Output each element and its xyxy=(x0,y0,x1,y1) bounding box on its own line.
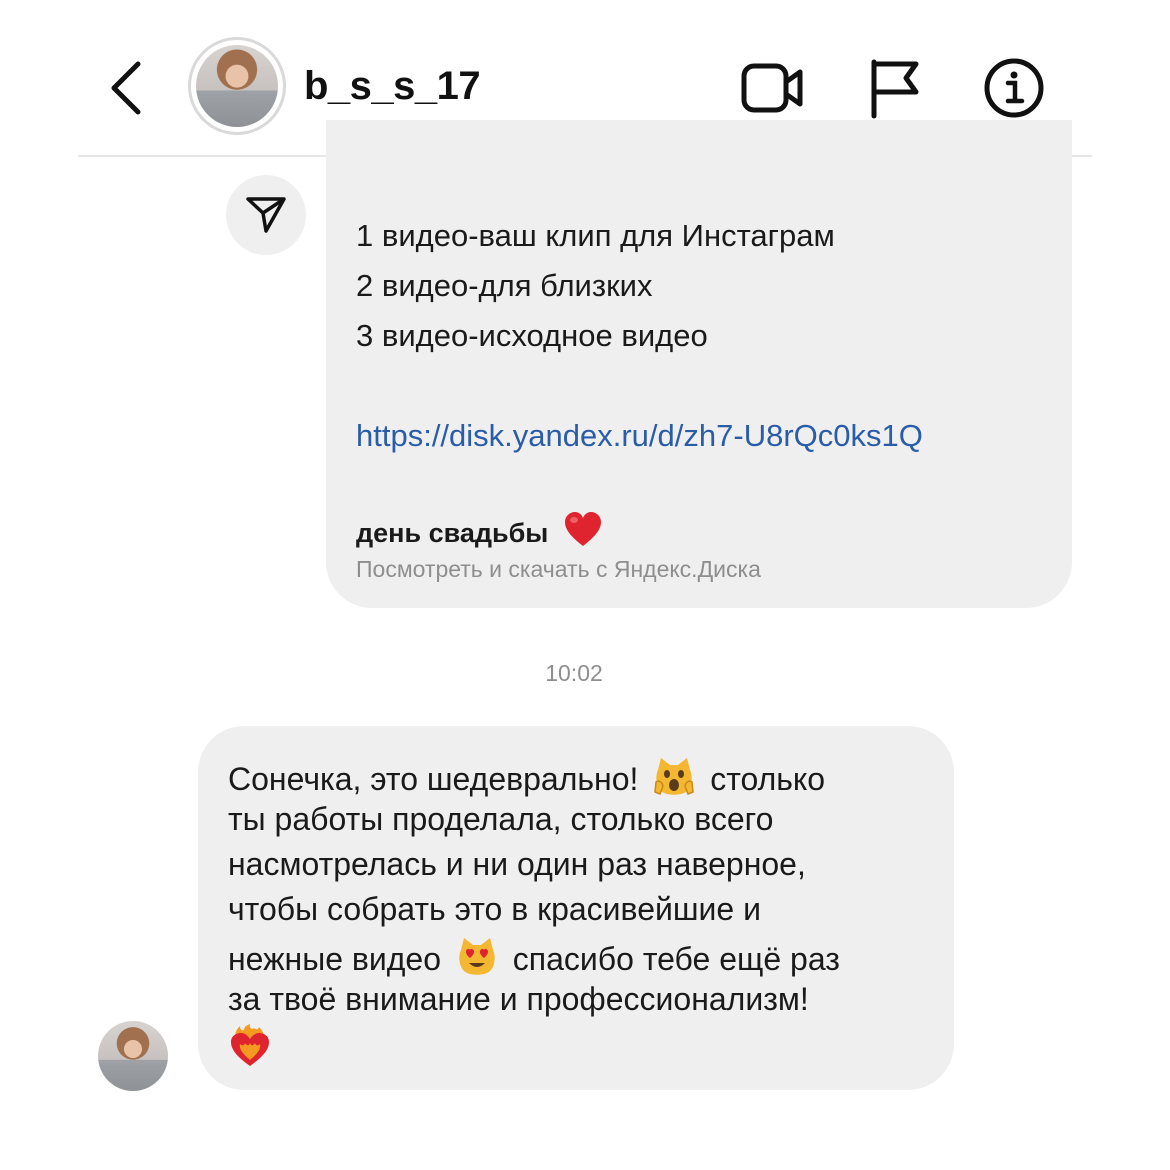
message-line: чтобы собрать это в красивейшие и xyxy=(228,891,761,927)
message-text: спасибо тебе ещё раз xyxy=(512,941,840,977)
message-text: столько xyxy=(710,761,826,797)
red-heart-icon xyxy=(564,512,601,546)
send-icon xyxy=(246,197,286,233)
info-button[interactable] xyxy=(980,54,1048,122)
message-line: за твоё внимание и профессионализм! xyxy=(228,981,809,1017)
outgoing-message-bubble[interactable]: 1 видео-ваш клип для Инстаграм 2 видео-д… xyxy=(326,120,1072,608)
heart-eyes-cat-emoji-icon xyxy=(459,938,495,975)
link-preview-title-text: день свадьбы xyxy=(356,518,549,548)
sender-avatar[interactable] xyxy=(98,1021,168,1091)
video-call-icon xyxy=(741,63,803,113)
message-line: насмотрелась и ни один раз наверное, xyxy=(228,846,806,882)
message-text: нежные видео xyxy=(228,941,442,977)
username[interactable]: b_s_s_17 xyxy=(304,64,481,109)
message-text: Сонечка, это шедеврально! xyxy=(228,761,639,797)
share-button[interactable] xyxy=(226,175,306,255)
heart-on-fire-emoji-icon xyxy=(231,1024,269,1066)
message-line: 3 видео-исходное видео xyxy=(356,318,708,353)
report-button[interactable] xyxy=(864,54,932,122)
weary-cat-emoji-icon xyxy=(654,758,695,795)
message-line: 2 видео-для близких xyxy=(356,268,653,303)
video-call-button[interactable] xyxy=(738,54,806,122)
message-line: 1 видео-ваш клип для Инстаграм xyxy=(356,218,835,253)
info-icon xyxy=(984,58,1044,118)
message-line xyxy=(228,1024,272,1076)
flag-icon xyxy=(871,59,919,119)
avatar-image xyxy=(196,45,278,127)
incoming-message-bubble[interactable]: Сонечка, это шедеврально! столько ты раб… xyxy=(198,726,954,1090)
back-icon xyxy=(111,61,141,115)
message-timestamp: 10:02 xyxy=(545,660,603,686)
yandex-disk-link[interactable]: https://disk.yandex.ru/d/zh7-U8rQc0ks1Q xyxy=(356,418,923,454)
message-line: Сонечка, это шедеврально! столько xyxy=(228,756,825,798)
profile-avatar[interactable] xyxy=(188,37,286,135)
back-button[interactable] xyxy=(100,56,156,120)
message-line: ты работы проделала, столько всего xyxy=(228,801,774,837)
link-preview-subtitle: Посмотреть и скачать с Яндекс.Диска xyxy=(356,556,761,582)
message-line: нежные видео спасибо тебе ещё раз xyxy=(228,936,840,978)
link-preview-title[interactable]: день свадьбы xyxy=(356,512,602,549)
